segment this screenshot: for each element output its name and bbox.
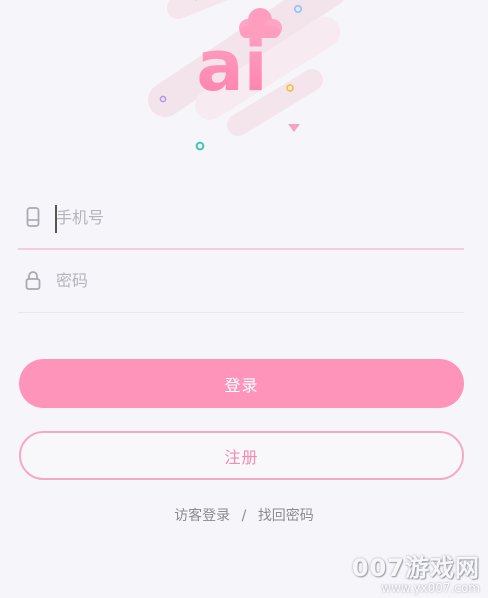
password-input[interactable] — [54, 263, 436, 297]
password-field[interactable] — [18, 251, 464, 313]
phone-icon — [26, 207, 40, 227]
lock-icon — [25, 271, 41, 290]
hero-decoration: ai — [148, 0, 344, 151]
watermark-url: www.yx007.com — [381, 581, 480, 595]
guest-login-link[interactable]: 访客登录 — [174, 505, 230, 525]
secondary-links: 访客登录 / 找回密码 — [0, 505, 488, 525]
watermark-title: 007游戏网 — [351, 554, 480, 582]
link-separator: / — [241, 508, 247, 524]
site-watermark: 007游戏网 www.yx007.com — [352, 556, 480, 594]
login-button[interactable]: 登录 — [19, 359, 464, 408]
app-logo: ai — [196, 25, 267, 107]
phone-underline — [18, 248, 464, 250]
password-underline — [18, 312, 464, 313]
phone-input[interactable] — [54, 200, 436, 234]
recover-password-link[interactable]: 找回密码 — [258, 505, 314, 525]
phone-field[interactable] — [18, 188, 464, 250]
register-button[interactable]: 注册 — [19, 431, 464, 480]
text-caret — [55, 205, 57, 233]
